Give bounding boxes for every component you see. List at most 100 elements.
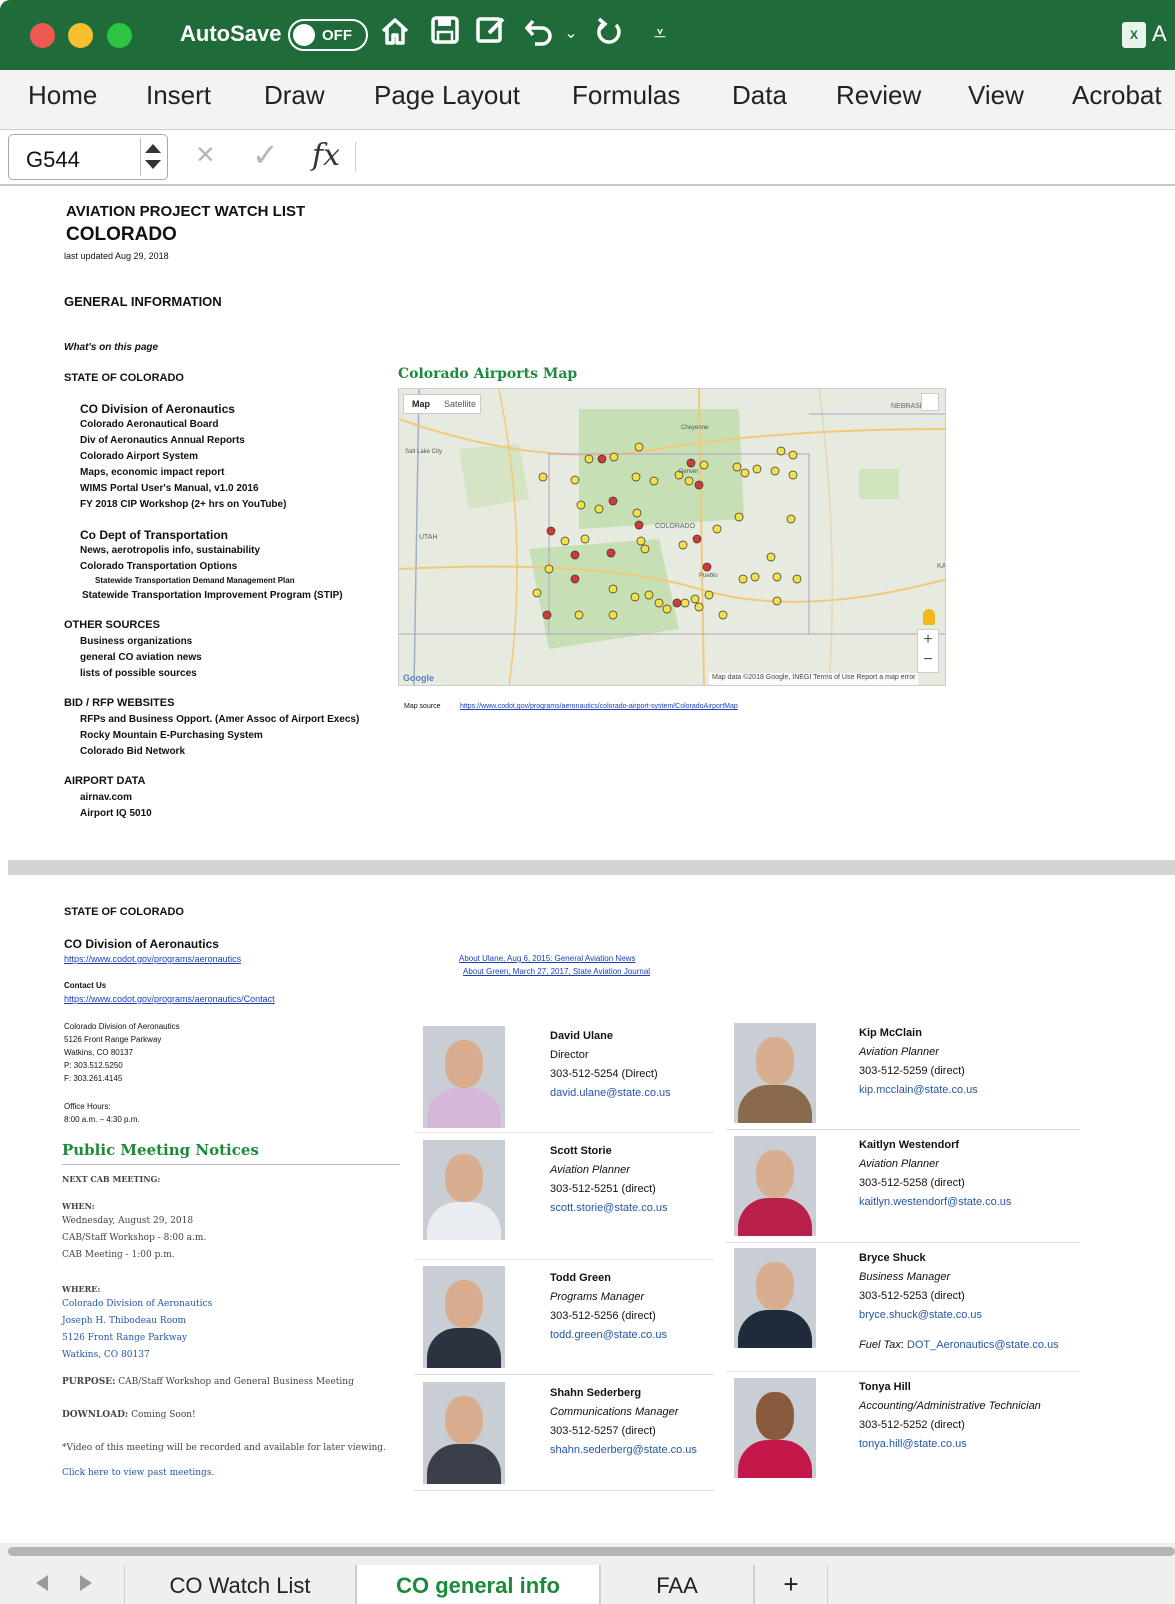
toc-link[interactable]: airnav.com	[80, 792, 132, 803]
close-window-button[interactable]	[30, 23, 55, 48]
airport-pin-icon[interactable]	[570, 550, 580, 560]
map-source-link[interactable]: https://www.codot.gov/programs/aeronauti…	[460, 703, 738, 710]
toc-link[interactable]: Maps, economic impact report	[80, 467, 224, 478]
about-ulane-link[interactable]: About Ulane, Aug 6, 2015: General Aviati…	[459, 954, 635, 963]
airport-pin-icon[interactable]	[606, 548, 616, 558]
toc-link[interactable]: Statewide Transportation Improvement Pro…	[82, 590, 343, 601]
airport-pin-icon[interactable]	[649, 476, 659, 486]
undo-icon[interactable]	[522, 15, 556, 53]
maximize-window-button[interactable]	[107, 23, 132, 48]
staff-email[interactable]: todd.green@state.co.us	[550, 1329, 667, 1341]
fullscreen-icon[interactable]	[921, 393, 939, 411]
airport-pin-icon[interactable]	[608, 496, 618, 506]
airport-pin-icon[interactable]	[776, 446, 786, 456]
staff-email[interactable]: tonya.hill@state.co.us	[859, 1438, 967, 1450]
tab-draw[interactable]: Draw	[264, 80, 325, 111]
airport-pin-icon[interactable]	[718, 610, 728, 620]
airport-pin-icon[interactable]	[594, 504, 604, 514]
horizontal-scrollbar[interactable]	[8, 1547, 1175, 1556]
staff-email[interactable]: bryce.shuck@state.co.us	[859, 1309, 982, 1321]
airport-pin-icon[interactable]	[732, 462, 742, 472]
name-box-stepper[interactable]	[140, 138, 166, 176]
add-sheet-button[interactable]: +	[754, 1565, 828, 1604]
tab-page-layout[interactable]: Page Layout	[374, 80, 520, 111]
map-type-satellite-button[interactable]: Satellite	[444, 399, 476, 409]
contact-link[interactable]: https://www.codot.gov/programs/aeronauti…	[64, 994, 275, 1004]
airport-pin-icon[interactable]	[632, 508, 642, 518]
sheet-tab-co-general-info[interactable]: CO general info	[356, 1565, 600, 1604]
tab-data[interactable]: Data	[732, 80, 787, 111]
map-type-map-button[interactable]: Map	[412, 399, 430, 409]
fuel-tax-email[interactable]: DOT_Aeronautics@state.co.us	[907, 1339, 1059, 1351]
zoom-in-button[interactable]: +	[918, 630, 938, 650]
home-icon[interactable]	[378, 15, 412, 53]
airport-pin-icon[interactable]	[574, 610, 584, 620]
toc-link[interactable]: Airport IQ 5010	[80, 808, 152, 819]
enter-icon[interactable]: ✓	[252, 136, 279, 174]
toc-link[interactable]: Colorado Airport System	[80, 451, 198, 462]
airport-pin-icon[interactable]	[630, 592, 640, 602]
airport-pin-icon[interactable]	[644, 590, 654, 600]
airport-pin-icon[interactable]	[532, 588, 542, 598]
airport-pin-icon[interactable]	[680, 598, 690, 608]
minimize-window-button[interactable]	[68, 23, 93, 48]
airport-pin-icon[interactable]	[750, 572, 760, 582]
airport-pin-icon[interactable]	[584, 454, 594, 464]
toc-link[interactable]: News, aerotropolis info, sustainability	[80, 545, 260, 556]
airport-pin-icon[interactable]	[788, 450, 798, 460]
airport-pin-icon[interactable]	[740, 468, 750, 478]
staff-email[interactable]: scott.storie@state.co.us	[550, 1202, 668, 1214]
airport-pin-icon[interactable]	[678, 540, 688, 550]
airport-pin-icon[interactable]	[662, 604, 672, 614]
toc-link[interactable]: Rocky Mountain E-Purchasing System	[80, 730, 263, 741]
airport-pin-icon[interactable]	[772, 596, 782, 606]
customize-icon[interactable]: ⩡	[648, 15, 672, 53]
airport-pin-icon[interactable]	[734, 512, 744, 522]
airport-pin-icon[interactable]	[686, 458, 696, 468]
autosave-toggle[interactable]: OFF	[288, 19, 368, 51]
airport-pin-icon[interactable]	[704, 590, 714, 600]
about-green-link[interactable]: About Green, March 27, 2017, State Aviat…	[463, 967, 650, 976]
save-icon[interactable]	[428, 15, 462, 53]
staff-email[interactable]: kip.mcclain@state.co.us	[859, 1084, 978, 1096]
airport-pin-icon[interactable]	[694, 480, 704, 490]
airport-pin-icon[interactable]	[609, 452, 619, 462]
airport-pin-icon[interactable]	[560, 536, 570, 546]
tab-formulas[interactable]: Formulas	[572, 80, 680, 111]
airport-pin-icon[interactable]	[738, 574, 748, 584]
airport-pin-icon[interactable]	[542, 610, 552, 620]
airport-pin-icon[interactable]	[702, 562, 712, 572]
edit-icon[interactable]	[474, 15, 508, 53]
cancel-icon[interactable]: ×	[196, 136, 215, 173]
tab-review[interactable]: Review	[836, 80, 921, 111]
division-link[interactable]: https://www.codot.gov/programs/aeronauti…	[64, 954, 241, 964]
toc-link[interactable]: FY 2018 CIP Workshop (2+ hrs on YouTube)	[80, 499, 286, 510]
airport-pin-icon[interactable]	[597, 454, 607, 464]
airport-pin-icon[interactable]	[538, 472, 548, 482]
next-sheet-icon[interactable]	[80, 1575, 92, 1591]
tab-view[interactable]: View	[968, 80, 1024, 111]
toc-link[interactable]: Div of Aeronautics Annual Reports	[80, 435, 245, 446]
airport-pin-icon[interactable]	[634, 520, 644, 530]
airport-pin-icon[interactable]	[546, 526, 556, 536]
airport-pin-icon[interactable]	[570, 574, 580, 584]
staff-email[interactable]: david.ulane@state.co.us	[550, 1087, 671, 1099]
toc-link[interactable]: Colorado Bid Network	[80, 746, 185, 757]
airport-pin-icon[interactable]	[788, 470, 798, 480]
airport-pin-icon[interactable]	[634, 442, 644, 452]
airport-pin-icon[interactable]	[654, 598, 664, 608]
toc-link[interactable]: RFPs and Business Opport. (Amer Assoc of…	[80, 714, 359, 725]
airport-pin-icon[interactable]	[570, 475, 580, 485]
toc-link[interactable]: lists of possible sources	[80, 668, 197, 679]
tab-insert[interactable]: Insert	[146, 80, 211, 111]
formula-input[interactable]	[370, 142, 1160, 172]
airport-pin-icon[interactable]	[786, 514, 796, 524]
toc-link[interactable]: general CO aviation news	[80, 652, 202, 663]
worksheet[interactable]: AVIATION PROJECT WATCH LIST COLORADO las…	[0, 188, 1175, 1543]
airport-pin-icon[interactable]	[690, 594, 700, 604]
toc-link[interactable]: WIMS Portal User's Manual, v1.0 2016	[80, 483, 259, 494]
zoom-out-button[interactable]: −	[918, 650, 938, 670]
insert-function-icon[interactable]: fx	[312, 138, 340, 173]
name-box[interactable]: G544	[8, 134, 168, 180]
airport-pin-icon[interactable]	[699, 460, 709, 470]
